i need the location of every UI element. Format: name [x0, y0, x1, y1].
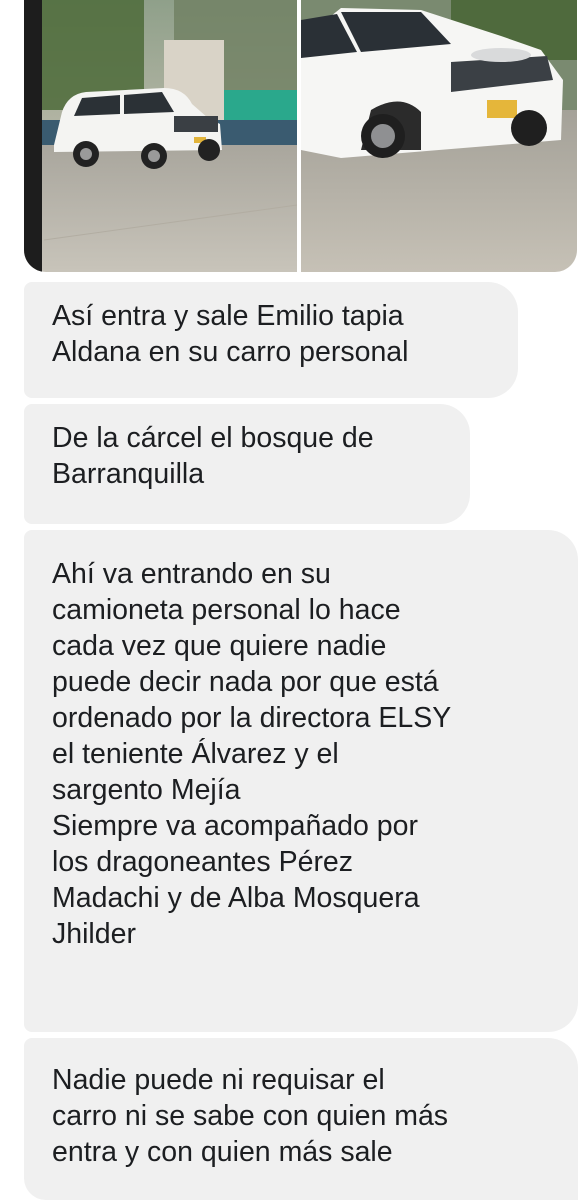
message-bubble-1[interactable]: Así entra y sale Emilio tapia Aldana en …: [24, 282, 518, 398]
photo-suv-wide[interactable]: [24, 0, 297, 272]
message-bubble-4[interactable]: Nadie puede ni requisar el carro ni se s…: [24, 1038, 578, 1200]
photo-attachments: [24, 0, 577, 272]
message-bubble-2[interactable]: De la cárcel el bosque de Barranquilla: [24, 404, 470, 524]
message-bubble-3[interactable]: Ahí va entrando en su camioneta personal…: [24, 530, 578, 1032]
photo-suv-close[interactable]: [301, 0, 577, 272]
